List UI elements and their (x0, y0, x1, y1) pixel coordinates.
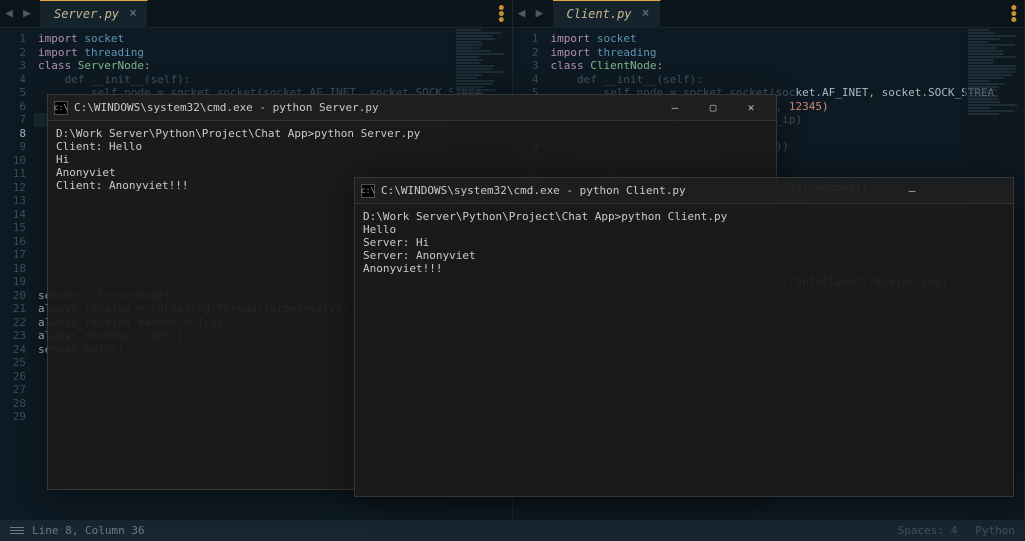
gutter: 1234567891011121314151617181920212223242… (0, 28, 38, 520)
tabbar-right: ◀ ▶ Client.py × ••• (513, 0, 1025, 28)
minimize-button[interactable]: — (893, 178, 931, 204)
close-icon[interactable]: × (127, 8, 139, 20)
maximize-button[interactable]: ▢ (694, 95, 732, 121)
nav-fwd-icon[interactable]: ▶ (531, 6, 549, 21)
kebab-icon[interactable]: ••• (497, 6, 505, 24)
status-spaces[interactable]: Spaces: 4 (898, 524, 958, 537)
terminal-title: C:\WINDOWS\system32\cmd.exe - python Ser… (74, 101, 379, 114)
cmd-icon: c:\ (54, 101, 68, 115)
tab-label: Server.py (54, 7, 119, 21)
tab-client-py[interactable]: Client.py × (553, 0, 661, 28)
status-lang[interactable]: Python (975, 524, 1015, 537)
close-icon[interactable]: × (640, 8, 652, 20)
statusbar: Line 8, Column 36 Spaces: 4 Python (0, 520, 1025, 541)
nav-back-icon[interactable]: ◀ (0, 6, 18, 21)
status-position[interactable]: Line 8, Column 36 (32, 524, 145, 537)
terminal-output[interactable]: D:\Work Server\Python\Project\Chat App>p… (355, 204, 1013, 281)
tab-server-py[interactable]: Server.py × (40, 0, 148, 28)
tabbar-left: ◀ ▶ Server.py × ••• (0, 0, 512, 28)
tab-label: Client.py (567, 7, 632, 21)
terminal-titlebar[interactable]: c:\ C:\WINDOWS\system32\cmd.exe - python… (355, 178, 1013, 204)
kebab-icon[interactable]: ••• (1010, 6, 1018, 24)
nav-fwd-icon[interactable]: ▶ (18, 6, 36, 21)
terminal-titlebar[interactable]: c:\ C:\WINDOWS\system32\cmd.exe - python… (48, 95, 776, 121)
close-button[interactable]: ✕ (732, 95, 770, 121)
cmd-icon: c:\ (361, 184, 375, 198)
minimize-button[interactable]: — (656, 95, 694, 121)
menu-icon[interactable] (10, 525, 24, 536)
nav-back-icon[interactable]: ◀ (513, 6, 531, 21)
terminal-client[interactable]: c:\ C:\WINDOWS\system32\cmd.exe - python… (354, 177, 1014, 497)
terminal-title: C:\WINDOWS\system32\cmd.exe - python Cli… (381, 184, 686, 197)
